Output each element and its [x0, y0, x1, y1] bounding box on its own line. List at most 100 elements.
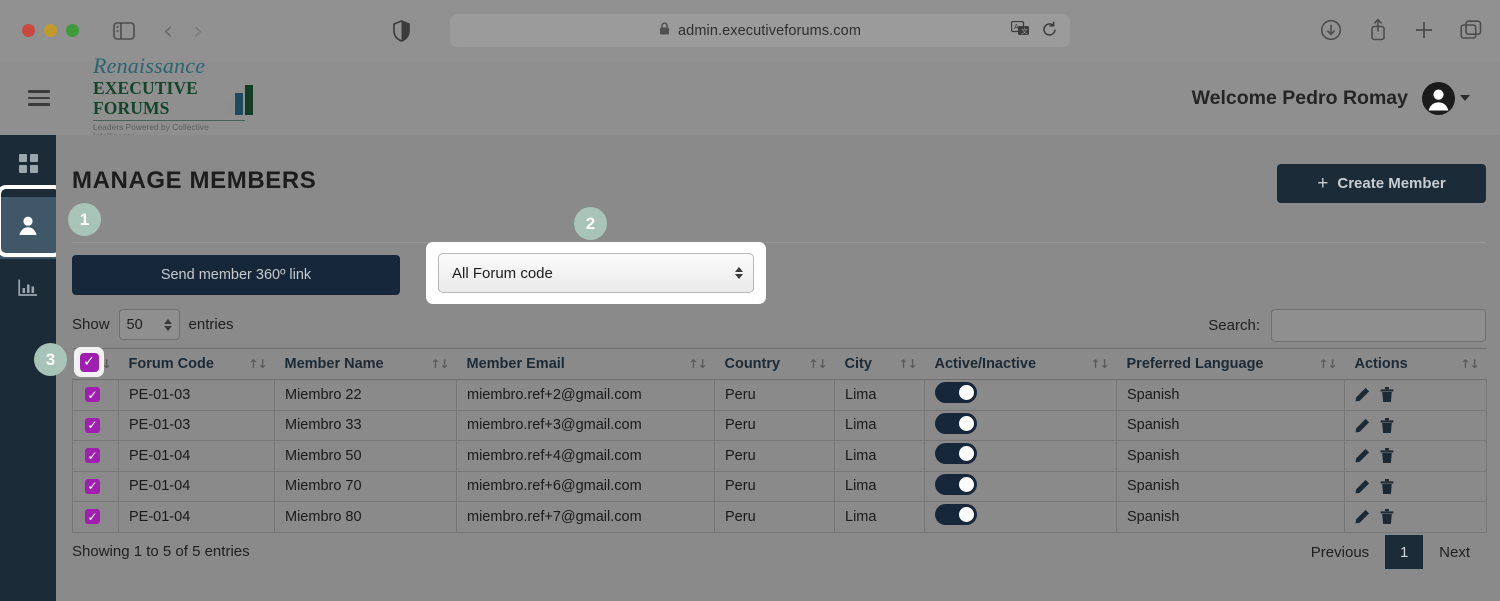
cell-actions	[1344, 501, 1487, 533]
sort-updown-icon[interactable]: ↑↓	[688, 357, 707, 371]
logo-line-1: Renaissance	[93, 52, 206, 78]
up-down-stepper-icon	[735, 267, 743, 279]
pencil-icon[interactable]	[1355, 509, 1370, 524]
row-select-cell	[72, 379, 119, 411]
row-checkbox[interactable]	[85, 448, 100, 464]
trash-icon[interactable]	[1380, 387, 1394, 403]
trash-icon[interactable]	[1380, 448, 1394, 464]
pencil-icon[interactable]	[1355, 448, 1370, 463]
active-toggle[interactable]	[935, 443, 977, 465]
pencil-icon[interactable]	[1355, 418, 1370, 433]
cell-city: Lima	[834, 501, 925, 533]
download-icon[interactable]	[1320, 19, 1342, 41]
table-row: PE-01-04 Miembro 80 miembro.ref+7@gmail.…	[72, 501, 1487, 533]
active-toggle[interactable]	[935, 382, 977, 404]
up-down-stepper-icon	[163, 318, 172, 331]
brand-logo: Renaissance EXECUTIVE FORUMS Leaders Pow…	[93, 52, 253, 141]
chevron-down-icon[interactable]	[1460, 95, 1470, 101]
trash-icon[interactable]	[1380, 417, 1394, 433]
sort-updown-icon[interactable]: ↑↓	[248, 357, 267, 371]
sort-updown-icon[interactable]: ↑↓	[898, 357, 917, 371]
column-header-country[interactable]: Country ↑↓	[714, 348, 835, 380]
cell-member-name: Miembro 70	[274, 471, 457, 502]
column-label: Country	[724, 356, 781, 372]
sort-updown-icon[interactable]: ↑↓	[1460, 357, 1479, 371]
column-label: Actions	[1354, 356, 1408, 372]
trash-icon[interactable]	[1380, 509, 1394, 525]
forward-button[interactable]: ›	[193, 18, 203, 43]
cell-member-name: Miembro 50	[274, 440, 457, 472]
sidebar-item-reports[interactable]	[0, 259, 56, 321]
pencil-icon[interactable]	[1355, 387, 1370, 402]
search-input[interactable]	[1271, 309, 1486, 342]
show-entries-suffix: entries	[188, 316, 234, 333]
cell-city: Lima	[834, 440, 925, 472]
sidebar-toggle-icon[interactable]	[113, 21, 135, 40]
pagination: Previous 1 Next	[1295, 535, 1486, 569]
row-checkbox[interactable]	[85, 509, 100, 525]
address-bar-url: admin.executiveforums.com	[677, 23, 861, 39]
back-button[interactable]: ‹	[163, 18, 173, 43]
column-header-actions[interactable]: Actions ↑↓	[1344, 348, 1487, 380]
hamburger-icon[interactable]	[28, 90, 50, 106]
forum-code-select-value: All Forum code	[452, 264, 553, 282]
column-label: City	[844, 356, 872, 372]
forum-code-select[interactable]: All Forum code	[438, 253, 754, 293]
pencil-icon[interactable]	[1355, 479, 1370, 494]
active-toggle[interactable]	[935, 412, 977, 434]
window-traffic-lights	[22, 24, 79, 37]
sort-updown-icon[interactable]: ↑↓	[1090, 357, 1109, 371]
row-checkbox[interactable]	[85, 387, 100, 403]
tab-overview-icon[interactable]	[1460, 19, 1482, 40]
send-member-360-link-button[interactable]: Send member 360º link	[72, 255, 400, 295]
reload-icon[interactable]	[1041, 21, 1058, 43]
user-menu[interactable]: Welcome Pedro Romay	[1192, 81, 1470, 115]
column-header-member-name[interactable]: Member Name ↑↓	[274, 348, 457, 380]
share-icon[interactable]	[1368, 18, 1388, 41]
cell-actions	[1344, 440, 1487, 472]
translate-icon[interactable]: A文	[1010, 20, 1030, 43]
row-checkbox[interactable]	[85, 417, 100, 433]
avatar[interactable]	[1422, 81, 1470, 115]
cell-forum-code: PE-01-03	[118, 379, 275, 411]
browser-toolbar: ‹ › admin.executiveforums.com A文	[0, 0, 1500, 61]
create-member-button[interactable]: + Create Member	[1277, 164, 1486, 203]
minimize-window-button[interactable]	[44, 24, 57, 37]
column-header-forum-code[interactable]: Forum Code ↑↓	[118, 348, 275, 380]
pagination-page-1[interactable]: 1	[1385, 535, 1424, 569]
browser-toolbar-actions	[1320, 18, 1482, 41]
row-select-cell	[72, 410, 119, 441]
members-table: ↑↓ Forum Code ↑↓ Member Name ↑↓ Member E…	[72, 348, 1487, 533]
select-all-checkbox[interactable]	[79, 352, 99, 372]
pagination-next[interactable]: Next	[1423, 535, 1486, 569]
column-header-city[interactable]: City ↑↓	[834, 348, 925, 380]
active-toggle[interactable]	[935, 473, 977, 495]
cell-language: Spanish	[1116, 440, 1345, 472]
sidebar-item-members[interactable]	[0, 197, 56, 259]
cell-member-name: Miembro 33	[274, 410, 457, 441]
new-tab-icon[interactable]	[1414, 20, 1434, 40]
row-checkbox[interactable]	[85, 478, 100, 494]
cell-member-name: Miembro 22	[274, 379, 457, 411]
members-table-header: ↑↓ Forum Code ↑↓ Member Name ↑↓ Member E…	[72, 348, 1487, 380]
column-header-preferred-language[interactable]: Preferred Language ↑↓	[1116, 348, 1345, 380]
sort-updown-icon[interactable]: ↑↓	[808, 357, 827, 371]
close-window-button[interactable]	[22, 24, 35, 37]
column-header-active-inactive[interactable]: Active/Inactive ↑↓	[924, 348, 1117, 380]
active-toggle[interactable]	[935, 504, 977, 526]
cell-city: Lima	[834, 379, 925, 411]
annotation-badge-3: 3	[34, 343, 67, 376]
sidebar-item-dashboard[interactable]	[0, 135, 56, 197]
cell-forum-code: PE-01-04	[118, 440, 275, 472]
table-info: Showing 1 to 5 of 5 entries	[72, 543, 250, 560]
pagination-previous[interactable]: Previous	[1295, 535, 1385, 569]
trash-icon[interactable]	[1380, 478, 1394, 494]
sort-updown-icon[interactable]: ↑↓	[1318, 357, 1337, 371]
address-bar[interactable]: admin.executiveforums.com A文	[450, 14, 1070, 47]
annotation-badge-2: 2	[574, 207, 607, 240]
sort-updown-icon[interactable]: ↑↓	[430, 357, 449, 371]
entries-per-page-select[interactable]: 50	[118, 309, 180, 340]
zoom-window-button[interactable]	[66, 24, 79, 37]
shield-icon[interactable]	[393, 19, 410, 42]
column-header-member-email[interactable]: Member Email ↑↓	[456, 348, 715, 380]
